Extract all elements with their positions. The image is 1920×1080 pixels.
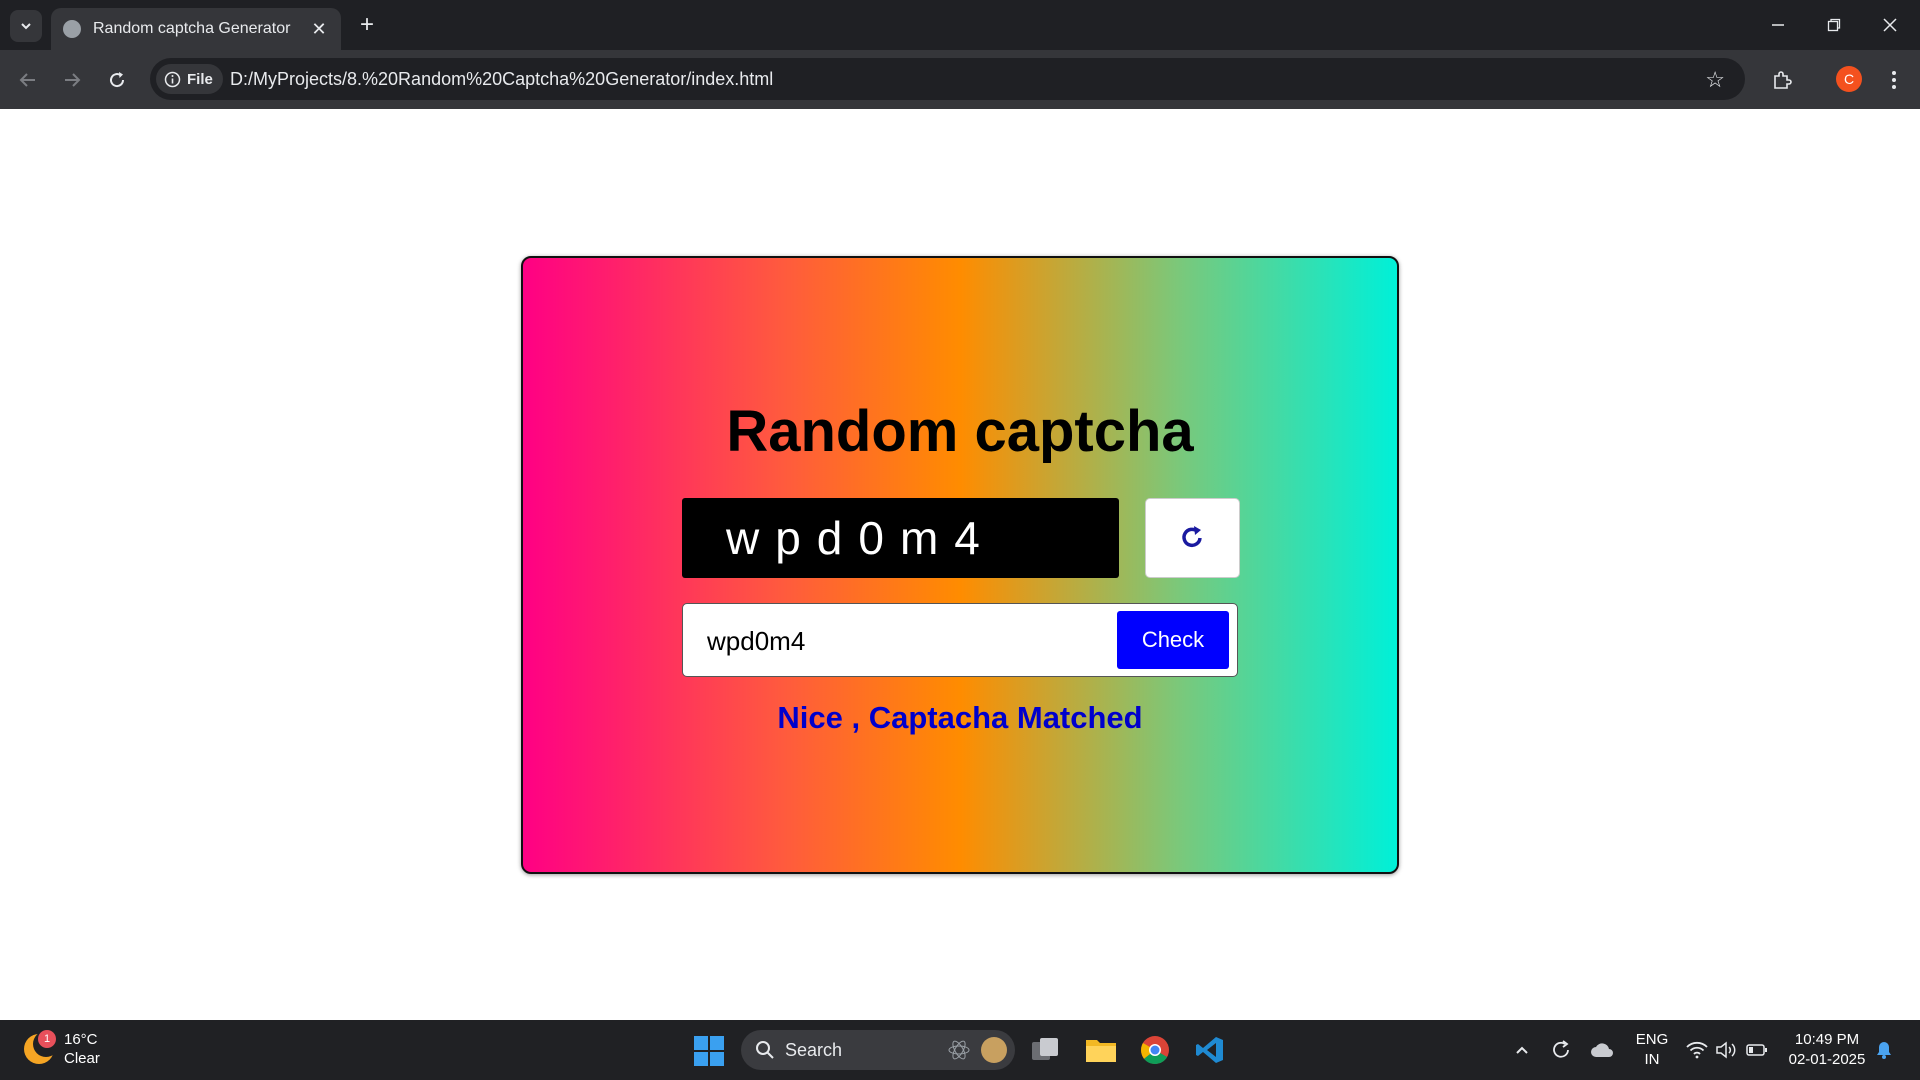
chevron-up-icon[interactable]: [1502, 1030, 1542, 1070]
arrow-right-icon: [65, 73, 81, 87]
clock-time: 10:49 PM: [1794, 1031, 1860, 1048]
captcha-input[interactable]: [707, 622, 1087, 660]
globe-icon: [63, 20, 81, 38]
search-label: Search: [785, 1039, 843, 1060]
browser-tab[interactable]: Random captcha Generator ✕: [51, 8, 341, 50]
bookmark-star-icon[interactable]: ☆: [1705, 67, 1725, 93]
captcha-display: wpd0m4: [682, 498, 1119, 578]
language-indicator[interactable]: ENG IN: [1630, 1030, 1674, 1070]
result-message: Nice , Captacha Matched: [777, 700, 1143, 735]
captcha-card: Random captcha wpd0m4 Check Nice , Capta…: [521, 256, 1399, 874]
url-text[interactable]: D:/MyProjects/8.%20Random%20Captcha%20Ge…: [230, 69, 773, 90]
windows-start-icon[interactable]: [694, 1036, 724, 1066]
search-highlight-icon: [981, 1037, 1007, 1063]
more-vertical-icon: [1892, 71, 1896, 89]
weather-condition: Clear: [64, 1050, 100, 1067]
forward-button[interactable]: [56, 64, 88, 96]
taskbar-search[interactable]: Search: [741, 1030, 1015, 1070]
language-code: ENG: [1635, 1031, 1669, 1048]
check-button[interactable]: Check: [1117, 611, 1229, 669]
site-info-chip[interactable]: File: [156, 64, 223, 94]
browser-toolbar: File D:/MyProjects/8.%20Random%20Captcha…: [0, 50, 1920, 109]
tab-search-button[interactable]: [10, 10, 42, 42]
address-bar[interactable]: File D:/MyProjects/8.%20Random%20Captcha…: [150, 58, 1745, 100]
chrome-icon[interactable]: [1135, 1030, 1175, 1070]
clock[interactable]: 10:49 PM 02-01-2025: [1780, 1030, 1874, 1070]
refresh-icon: [1181, 526, 1202, 548]
back-button[interactable]: [12, 64, 44, 96]
close-tab-icon[interactable]: ✕: [309, 19, 329, 40]
restore-button[interactable]: [1814, 8, 1854, 42]
captcha-input-group: Check: [682, 603, 1238, 677]
tab-title: Random captcha Generator: [93, 20, 291, 37]
site-info-label: File: [187, 70, 213, 88]
clock-date: 02-01-2025: [1788, 1051, 1866, 1068]
page-title: Random captcha: [726, 399, 1194, 464]
close-window-button[interactable]: [1870, 8, 1910, 42]
onedrive-icon[interactable]: [1582, 1030, 1622, 1070]
restore-icon: [1827, 18, 1841, 32]
captcha-text: wpd0m4: [726, 512, 996, 564]
file-explorer-icon[interactable]: [1081, 1030, 1121, 1070]
atom-icon: [948, 1040, 970, 1060]
reload-button[interactable]: [101, 64, 133, 96]
reload-icon: [110, 72, 125, 88]
profile-avatar[interactable]: C: [1836, 66, 1862, 92]
task-view-icon[interactable]: [1026, 1030, 1066, 1070]
region-code: IN: [1644, 1051, 1660, 1068]
weather-widget[interactable]: 1 16°C Clear: [24, 1030, 100, 1068]
minimize-icon: [1772, 24, 1784, 26]
notification-bell-icon[interactable]: [1864, 1030, 1904, 1070]
extensions-button[interactable]: [1766, 64, 1798, 96]
refresh-captcha-button[interactable]: [1145, 498, 1240, 578]
taskbar: 1 16°C Clear Search ENG IN 10:49 PM 02-0…: [0, 1020, 1920, 1080]
info-icon: [164, 71, 181, 87]
minimize-button[interactable]: [1758, 8, 1798, 42]
menu-button[interactable]: [1878, 64, 1910, 96]
search-icon: [756, 1041, 774, 1059]
sync-icon[interactable]: [1541, 1030, 1581, 1070]
temperature: 16°C: [64, 1031, 98, 1048]
chevron-down-icon: [21, 23, 31, 30]
close-icon: [1883, 18, 1897, 32]
battery-icon[interactable]: [1737, 1030, 1777, 1070]
arrow-left-icon: [19, 73, 35, 87]
puzzle-icon: [1774, 71, 1792, 89]
browser-tab-bar: Random captcha Generator ✕ +: [0, 0, 1920, 50]
vscode-icon[interactable]: [1190, 1030, 1230, 1070]
new-tab-button[interactable]: +: [352, 10, 382, 40]
notification-badge: 1: [38, 1030, 56, 1048]
